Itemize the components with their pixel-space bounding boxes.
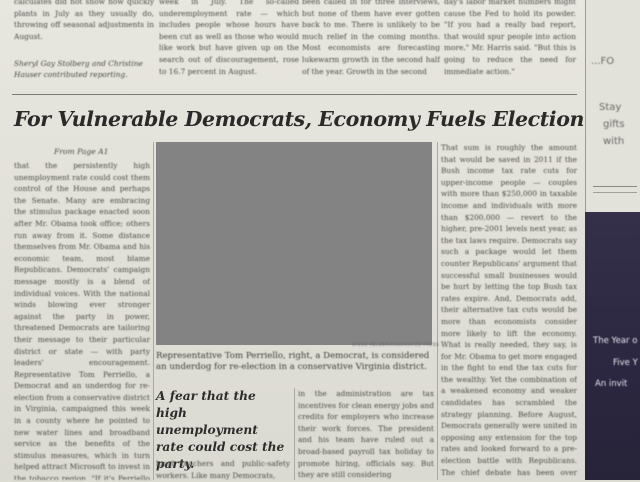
top-column-2: week in July. The so-called underemploym… <box>159 0 299 76</box>
right-column-text: That sum is roughly the amount that woul… <box>441 143 577 480</box>
middle-right-column-text: in the administration are tax incentives… <box>298 389 434 480</box>
article-photo <box>156 142 432 345</box>
edge-text-fo: ...FO <box>591 56 615 67</box>
ad-line-invite: An invit <box>595 379 628 389</box>
contributor-note: Sheryl Gay Stolberg and Christine Hauser… <box>14 59 143 79</box>
edge-text-gifts: gifts <box>603 119 625 130</box>
left-column-text: that the persistently high unemployment … <box>14 161 150 480</box>
section-rule <box>12 94 577 95</box>
top-column-3: been called in for three interviews, but… <box>302 0 440 76</box>
photo-credit: STEVE HELBER/ASSOCIATED PRESS <box>352 343 439 348</box>
middle-column-text: local teachers and public-safety workers… <box>156 459 290 480</box>
edge-rule <box>593 192 637 193</box>
headline: For Vulnerable Democrats, Economy Fuels … <box>14 107 640 131</box>
ad-line-year: The Year o <box>593 336 638 346</box>
advertisement: The Year o Five Y An invit <box>585 212 640 480</box>
column-rule <box>153 142 154 480</box>
newspaper-page: calculates did not show how quickly plan… <box>0 0 640 480</box>
column-rule <box>294 388 295 480</box>
photo-caption: Representative Tom Perriello, right, a D… <box>156 351 430 373</box>
byline: From Page A1 <box>54 147 109 156</box>
edge-text-stay: Stay <box>599 102 622 113</box>
ad-line-five: Five Y <box>613 358 638 368</box>
top-column-1: calculates did not show how quickly plan… <box>14 0 154 41</box>
edge-rule <box>593 186 637 187</box>
column-rule <box>437 142 438 480</box>
top-column-4: day's labor market numbers might cause t… <box>444 0 576 76</box>
edge-text-with: with <box>603 136 625 147</box>
